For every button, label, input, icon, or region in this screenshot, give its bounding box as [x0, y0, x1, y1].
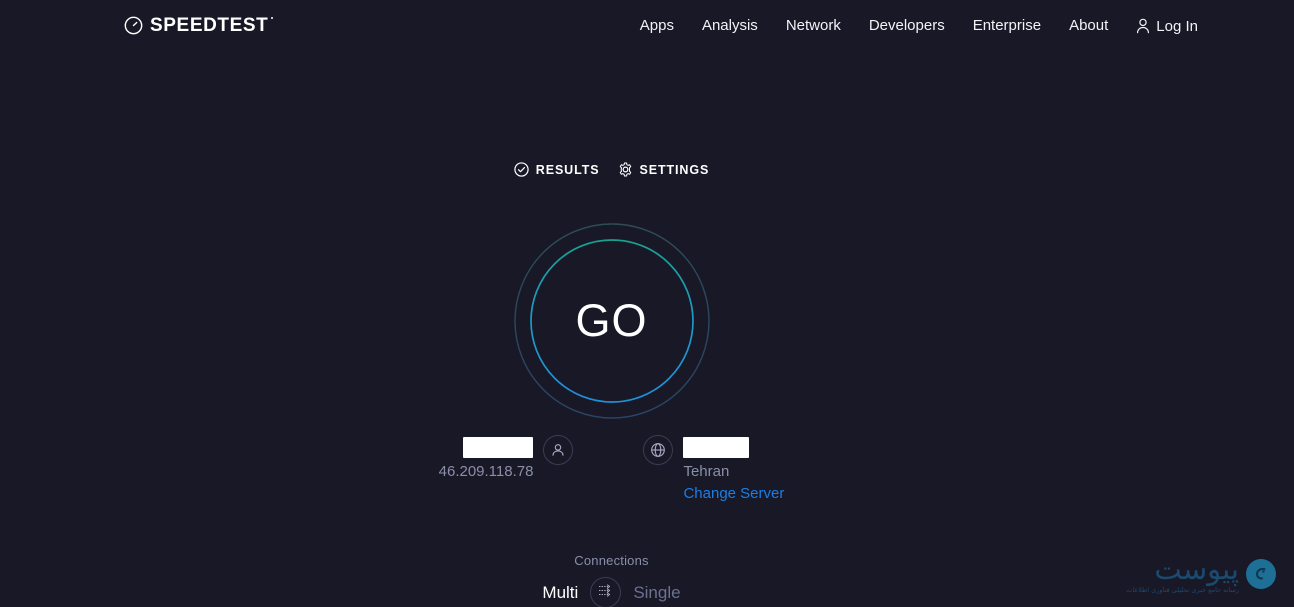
nav-item-network[interactable]: Network	[772, 14, 855, 38]
server-info: Tehran Change Server	[643, 435, 784, 506]
nav-item-apps[interactable]: Apps	[626, 14, 688, 38]
site-header: SPEEDTEST Apps Analysis Network Develope…	[0, 0, 1294, 52]
multi-arrows-icon	[597, 583, 614, 603]
connections-title: Connections	[574, 553, 649, 568]
globe-icon	[650, 442, 666, 458]
connections-option-single[interactable]: Single	[633, 583, 680, 603]
nav-item-developers[interactable]: Developers	[855, 14, 959, 38]
isp-info: 46.209.118.78	[439, 435, 574, 482]
go-button[interactable]: GO	[506, 215, 718, 427]
logo-wordmark: SPEEDTEST	[150, 15, 274, 36]
change-server-link[interactable]: Change Server	[683, 482, 784, 506]
isp-icon-button[interactable]	[543, 435, 574, 465]
nav-item-analysis[interactable]: Analysis	[688, 14, 772, 38]
watermark-sub-text: رسانه جامع خبری تحلیلی فناوری اطلاعات	[1126, 585, 1239, 594]
peyvast-mark-icon	[1246, 558, 1276, 589]
check-circle-icon	[514, 162, 529, 177]
main-navigation: Apps Analysis Network Developers Enterpr…	[626, 14, 1198, 38]
results-label: RESULTS	[535, 162, 600, 177]
settings-button[interactable]: SETTINGS	[618, 162, 710, 177]
speedtest-logo[interactable]: SPEEDTEST	[124, 15, 274, 36]
connections-option-multi[interactable]: Multi	[542, 583, 578, 603]
isp-ip-address: 46.209.118.78	[438, 463, 534, 480]
login-label: Log In	[1156, 17, 1198, 35]
server-name-redacted	[683, 437, 750, 458]
settings-label: SETTINGS	[639, 162, 710, 177]
watermark-text-group: پیوست رسانه جامع خبری تحلیلی فناوری اطلا…	[1126, 551, 1240, 594]
nav-item-about[interactable]: About	[1055, 14, 1122, 38]
nav-item-enterprise[interactable]: Enterprise	[959, 14, 1055, 38]
isp-name-redacted	[463, 437, 534, 458]
connections-section: Connections Multi Single	[0, 553, 1223, 607]
person-icon	[1136, 18, 1150, 34]
login-button[interactable]: Log In	[1122, 18, 1198, 35]
peyvast-watermark: پیوست رسانه جامع خبری تحلیلی فناوری اطلا…	[1126, 551, 1276, 594]
go-label: GO	[575, 295, 648, 346]
person-icon	[550, 442, 566, 458]
gear-icon	[618, 162, 633, 177]
speedometer-icon	[124, 16, 143, 35]
connections-toggle-button[interactable]	[590, 577, 622, 607]
connection-info-row: 46.209.118.78 Tehran Change Server	[0, 435, 1223, 506]
go-button-area: GO	[0, 215, 1223, 427]
server-icon-button[interactable]	[643, 435, 674, 465]
tools-row: RESULTS SETTINGS	[0, 162, 1223, 177]
results-button[interactable]: RESULTS	[514, 162, 600, 177]
connections-toggle: Multi Single	[542, 577, 681, 607]
server-location: Tehran	[683, 463, 730, 480]
watermark-main-text: پیوست	[1154, 551, 1240, 586]
